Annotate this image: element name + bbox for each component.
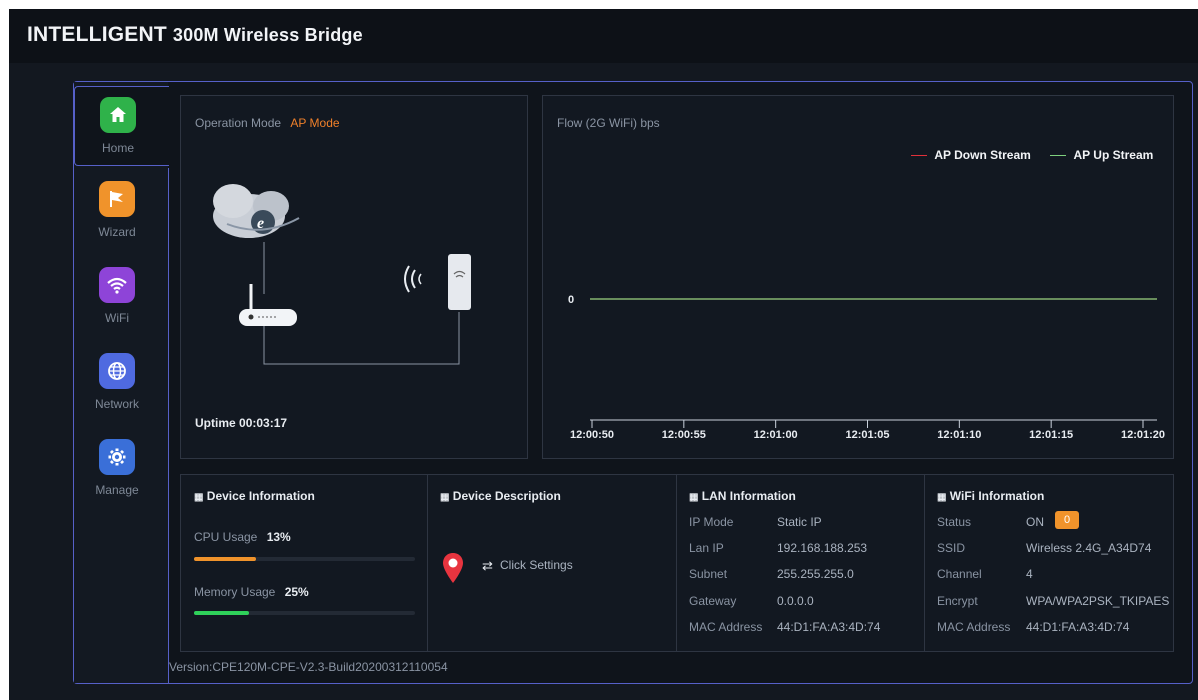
globe-icon — [99, 353, 135, 389]
lan-key: Gateway — [689, 594, 737, 608]
lan-value: 44:D1:FA:A3:4D:74 — [777, 620, 881, 634]
x-tick-label: 12:01:20 — [1121, 429, 1165, 441]
flow-chart: 12:00:50 12:00:55 12:01:00 12:01:05 12:01:10… — [568, 294, 1165, 441]
wifi-clients-badge[interactable]: 0 — [1055, 511, 1079, 529]
operation-mode-label: Operation Mode — [195, 116, 282, 130]
wifi-status-value: ON — [1026, 515, 1044, 529]
app-window: INTELLIGENT 300M Wireless Bridge Home Wi… — [9, 9, 1198, 700]
device-description-title-text: Device Description — [452, 489, 561, 503]
content-divider — [168, 168, 169, 683]
uptime-value: 00:03:17 — [239, 416, 288, 430]
x-tick-label: 12:00:55 — [662, 429, 706, 441]
cpu-progress-fill — [194, 557, 256, 561]
nav-home[interactable]: Home — [74, 86, 169, 166]
memory-usage: Memory Usage 25% — [194, 585, 309, 599]
location-pin-icon — [443, 553, 463, 583]
flag-icon — [99, 181, 135, 217]
gear-icon — [99, 439, 135, 475]
nav-wifi-label: WiFi — [105, 311, 129, 325]
cpu-value: 13% — [266, 530, 291, 544]
wifi-info-section: ▦ WiFi Information Status ON 0 SSID Wirel… — [925, 475, 1173, 651]
x-tick-label: 12:01:10 — [937, 429, 981, 441]
nav-manage[interactable]: Manage — [74, 429, 168, 509]
swap-arrows-icon: ⇄ — [482, 558, 493, 573]
header-bar: INTELLIGENT 300M Wireless Bridge — [9, 9, 1198, 63]
cpu-usage: CPU Usage 13% — [194, 530, 291, 544]
lan-key: IP Mode — [689, 515, 734, 529]
y-tick-label: 0 — [568, 294, 574, 306]
operation-mode-value: AP Mode — [290, 116, 340, 130]
nav-home-label: Home — [101, 141, 134, 155]
lan-info-section: ▦ LAN Information IP Mode Static IP Lan I… — [677, 475, 925, 651]
operation-mode-panel: Operation Mode AP Mode e Uptime 00:03:17 — [180, 95, 528, 459]
router-icon — [239, 284, 297, 326]
lan-value: 0.0.0.0 — [777, 594, 814, 608]
lan-value: 192.168.188.253 — [777, 541, 868, 555]
sidebar: Home Wizard WiFi Network Manage — [74, 82, 169, 683]
x-tick-label: 12:01:05 — [845, 429, 889, 441]
x-tick-label: 12:00:50 — [570, 429, 614, 441]
memory-label: Memory Usage — [194, 585, 276, 599]
wifi-value: Wireless 2.4G_A34D74 — [1026, 541, 1152, 555]
nav-network-label: Network — [94, 397, 139, 411]
title-product: 300M Wireless Bridge — [172, 25, 363, 45]
access-point-icon — [448, 254, 471, 310]
main-frame: Home Wizard WiFi Network Manage Operatio… — [73, 81, 1193, 684]
cpu-progress-bar — [194, 557, 415, 561]
home-icon — [100, 97, 136, 133]
device-description-section: ▦ Device Description ⇄ Click Settings — [428, 475, 677, 651]
grid-icon: ▦ — [440, 492, 450, 503]
title-brand: INTELLIGENT — [27, 23, 167, 46]
wifi-icon — [99, 267, 135, 303]
nav-network[interactable]: Network — [74, 343, 168, 423]
wifi-info-title-text: WiFi Information — [949, 489, 1045, 503]
device-info-title-text: Device Information — [206, 489, 315, 503]
nav-wizard[interactable]: Wizard — [74, 171, 168, 251]
wifi-info-title: ▦ WiFi Information — [937, 489, 1044, 503]
memory-progress-fill — [194, 611, 250, 615]
info-panel: ▦ Device Information CPU Usage 13% Memor… — [180, 474, 1174, 652]
wifi-key: Encrypt — [937, 594, 978, 608]
nav-manage-label: Manage — [95, 483, 139, 497]
device-info-section: ▦ Device Information CPU Usage 13% Memor… — [181, 475, 428, 651]
wifi-value: 4 — [1026, 567, 1033, 581]
lan-key: Lan IP — [689, 541, 724, 555]
lan-key: MAC Address — [689, 620, 763, 634]
wifi-key: Channel — [937, 567, 982, 581]
lan-value: Static IP — [777, 515, 822, 529]
wifi-key: SSID — [937, 541, 966, 555]
grid-icon: ▦ — [937, 492, 947, 503]
cloud-icon: e — [213, 184, 300, 238]
flow-chart-panel: Flow (2G WiFi) bps AP Down Stream AP Up … — [542, 95, 1174, 459]
lan-info-title: ▦ LAN Information — [689, 489, 796, 503]
wifi-value: 44:D1:FA:A3:4D:74 — [1026, 620, 1130, 634]
device-info-title: ▦ Device Information — [194, 489, 315, 503]
page-title: INTELLIGENT 300M Wireless Bridge — [27, 23, 363, 47]
wifi-status-label: Status — [937, 515, 972, 529]
device-description-title: ▦ Device Description — [440, 489, 561, 503]
memory-value: 25% — [284, 585, 309, 599]
click-settings-label: Click Settings — [500, 558, 573, 572]
cpu-label: CPU Usage — [194, 530, 258, 544]
signal-waves-icon — [404, 265, 422, 293]
topology-diagram: e — [213, 184, 471, 365]
grid-icon: ▦ — [689, 492, 699, 503]
grid-icon: ▦ — [194, 492, 204, 503]
nav-wifi[interactable]: WiFi — [74, 257, 168, 337]
lan-info-title-text: LAN Information — [701, 489, 796, 503]
firmware-version: Version:CPE120M-CPE-V2.3-Build2020031211… — [169, 660, 448, 674]
lan-value: 255.255.255.0 — [777, 567, 854, 581]
nav-wizard-label: Wizard — [98, 225, 136, 239]
uptime-label: Uptime — [195, 416, 236, 430]
memory-progress-bar — [194, 611, 415, 615]
x-tick-label: 12:01:00 — [754, 429, 798, 441]
lan-key: Subnet — [689, 567, 728, 581]
wifi-value: WPA/WPA2PSK_TKIPAES — [1026, 594, 1170, 608]
wifi-key: MAC Address — [937, 620, 1011, 634]
x-tick-label: 12:01:15 — [1029, 429, 1073, 441]
